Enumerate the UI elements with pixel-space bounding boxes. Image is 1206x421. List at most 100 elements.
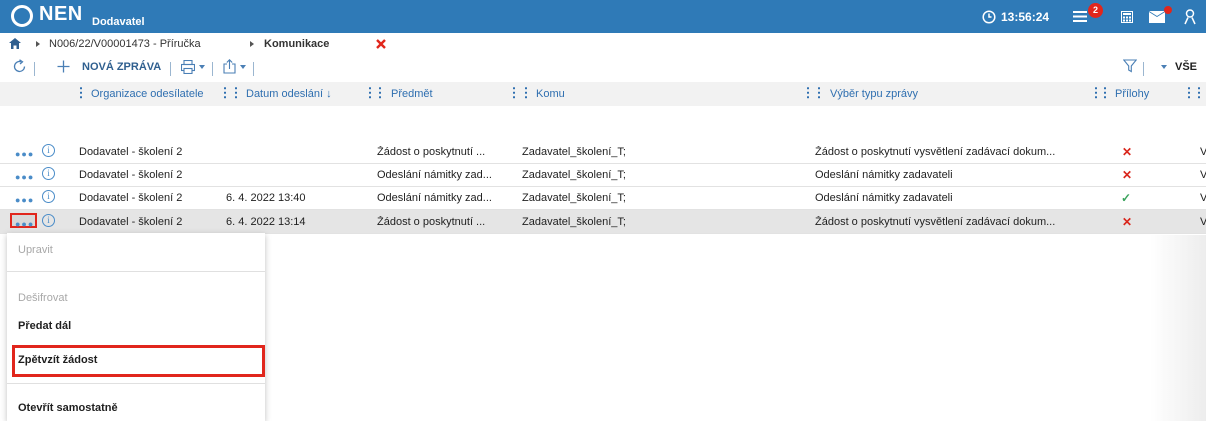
calculator-icon[interactable] — [1121, 11, 1133, 23]
cell-to: Zadavatel_školení_T; — [522, 192, 626, 204]
column-handle-icon[interactable] — [807, 86, 809, 100]
row-actions-icon[interactable]: ●●● — [15, 149, 34, 159]
column-handle-icon[interactable] — [1095, 86, 1097, 100]
column-header-type[interactable]: Výběr typu zprávy — [830, 88, 918, 100]
app-logo: NEN — [39, 3, 83, 25]
user-role: Dodavatel — [92, 16, 145, 28]
cell-subject: Odeslání námitky zad... — [377, 169, 492, 181]
column-handle-icon[interactable] — [1198, 86, 1200, 100]
table-row[interactable]: ●●● i Dodavatel - školení 2 Žádost o pos… — [0, 140, 1206, 164]
new-message-button[interactable]: NOVÁ ZPRÁVA — [82, 61, 161, 73]
cell-date: 6. 4. 2022 13:14 — [226, 216, 306, 228]
breadcrumb-item-contract[interactable]: N006/22/V00001473 - Příručka — [49, 38, 201, 50]
cell-org: Dodavatel - školení 2 — [79, 192, 183, 204]
home-icon[interactable] — [9, 38, 21, 49]
cell-date: 6. 4. 2022 13:40 — [226, 192, 306, 204]
column-handle-icon[interactable] — [379, 86, 381, 100]
column-header-attachments[interactable]: Přílohy — [1115, 88, 1149, 100]
app-header: NEN Dodavatel 13:56:24 2 — [0, 0, 1206, 33]
user-icon[interactable] — [1184, 9, 1196, 25]
chevron-right-icon — [36, 41, 40, 47]
column-handle-icon[interactable] — [80, 86, 82, 100]
toolbar: NOVÁ ZPRÁVA VŠE — [0, 54, 1206, 82]
menu-item-forward[interactable]: Předat dál — [18, 320, 71, 332]
cell-type: Odeslání námitky zadavateli — [815, 192, 953, 204]
cell-org: Dodavatel - školení 2 — [79, 169, 183, 181]
cell-to: Zadavatel_školení_T; — [522, 169, 626, 181]
cell-subject: Odeslání námitky zad... — [377, 192, 492, 204]
cell-subject: Žádost o poskytnutí ... — [377, 146, 486, 158]
column-header-org[interactable]: Organizace odesílatele — [91, 88, 204, 100]
column-handle-icon[interactable] — [369, 86, 371, 100]
menu-item-edit: Upravit — [18, 244, 53, 256]
plus-icon[interactable] — [57, 60, 70, 73]
dropdown-arrow-icon[interactable] — [199, 65, 205, 69]
no-attachment-icon: ✕ — [1122, 168, 1133, 182]
column-handle-icon[interactable] — [513, 86, 515, 100]
info-icon[interactable]: i — [42, 167, 55, 180]
toolbar-separator — [1143, 62, 1144, 76]
mail-unread-dot — [1164, 6, 1172, 14]
column-header-date[interactable]: Datum odeslání ↓ — [246, 88, 332, 100]
breadcrumb-item-current: Komunikace — [264, 38, 330, 50]
column-header-subject[interactable]: Předmět — [391, 88, 433, 100]
cell-type: Odeslání námitky zadavateli — [815, 169, 953, 181]
logo-ring-icon — [11, 5, 33, 27]
column-handle-icon[interactable] — [525, 86, 527, 100]
info-icon[interactable]: i — [42, 144, 55, 157]
cell-extra: V — [1200, 169, 1206, 181]
cell-org: Dodavatel - školení 2 — [79, 146, 183, 158]
refresh-icon[interactable] — [12, 59, 27, 74]
row-actions-icon[interactable]: ●●● — [15, 172, 34, 182]
cell-extra: V — [1200, 192, 1206, 204]
cell-to: Zadavatel_školení_T; — [522, 216, 626, 228]
info-icon[interactable]: i — [42, 214, 55, 227]
table-row-selected[interactable]: ●●● i Dodavatel - školení 2 6. 4. 2022 1… — [0, 210, 1206, 234]
table-row[interactable]: ●●● i Dodavatel - školení 2 Odeslání nám… — [0, 163, 1206, 187]
cell-to: Zadavatel_školení_T; — [522, 146, 626, 158]
cell-subject: Žádost o poskytnutí ... — [377, 216, 486, 228]
toolbar-separator — [34, 62, 35, 76]
export-icon[interactable] — [223, 59, 236, 74]
menu-separator — [7, 383, 265, 384]
cell-org: Dodavatel - školení 2 — [79, 216, 183, 228]
no-attachment-icon: ✕ — [1122, 145, 1133, 159]
clock-icon — [982, 10, 996, 24]
column-handle-icon[interactable] — [224, 86, 226, 100]
context-menu: Upravit Dešifrovat Předat dál Zpětvzít ž… — [7, 233, 265, 421]
column-handle-icon[interactable] — [1188, 86, 1190, 100]
toolbar-separator — [170, 62, 171, 76]
session-timer: 13:56:24 — [1001, 10, 1050, 24]
menu-item-withdraw-request[interactable]: Zpětvzít žádost — [18, 354, 97, 366]
no-attachment-icon: ✕ — [1122, 215, 1133, 229]
cell-extra: V — [1200, 146, 1206, 158]
mail-icon[interactable] — [1148, 10, 1166, 24]
filter-select[interactable]: VŠE — [1175, 61, 1197, 73]
column-header-to[interactable]: Komu — [536, 88, 565, 100]
shadow-overlay — [1150, 235, 1206, 421]
column-handle-icon[interactable] — [1104, 86, 1106, 100]
cell-type: Žádost o poskytnutí vysvětlení zadávací … — [815, 216, 1056, 228]
dropdown-arrow-icon[interactable] — [1161, 65, 1167, 69]
chevron-right-icon — [250, 41, 254, 47]
menu-item-open-standalone[interactable]: Otevřít samostatně — [18, 402, 118, 414]
cell-type: Žádost o poskytnutí vysvětlení zadávací … — [815, 146, 1056, 158]
print-icon[interactable] — [181, 60, 195, 74]
table-row[interactable]: ●●● i Dodavatel - školení 2 6. 4. 2022 1… — [0, 186, 1206, 210]
menu-separator — [7, 271, 265, 272]
notification-badge: 2 — [1088, 3, 1103, 18]
menu-item-decrypt: Dešifrovat — [18, 292, 68, 304]
row-actions-icon[interactable]: ●●● — [15, 219, 34, 229]
dropdown-arrow-icon[interactable] — [240, 65, 246, 69]
filter-icon[interactable] — [1123, 59, 1137, 73]
column-handle-icon[interactable] — [818, 86, 820, 100]
toolbar-separator — [212, 62, 213, 76]
info-icon[interactable]: i — [42, 190, 55, 203]
cell-extra: V — [1200, 216, 1206, 228]
has-attachment-icon: ✓ — [1121, 191, 1132, 205]
row-actions-icon[interactable]: ●●● — [15, 195, 34, 205]
toolbar-separator — [253, 62, 254, 76]
breadcrumb: N006/22/V00001473 - Příručka Komunikace — [0, 33, 1206, 54]
column-handle-icon[interactable] — [235, 86, 237, 100]
close-icon[interactable] — [376, 39, 386, 49]
